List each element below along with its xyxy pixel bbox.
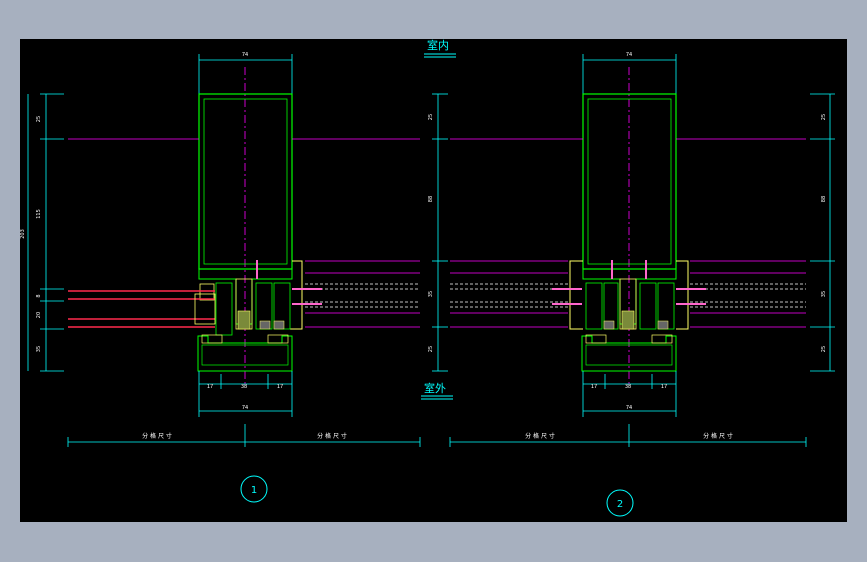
d2-grid-dim-left: 分 格 尺 寸 (525, 432, 555, 440)
d1-grid-dim-right: 分 格 尺 寸 (317, 432, 347, 440)
d2-vdim-right-1: 25 (821, 114, 827, 120)
d1-mullion-outer (198, 93, 293, 270)
d1-vdim-3: 8 (36, 294, 42, 297)
d1-subdim-left: 17 (207, 384, 213, 390)
d1-vdim-4: 20 (36, 312, 42, 318)
detail-1-number: 1 (251, 485, 257, 496)
d2-subdim-mid: 38 (625, 384, 631, 390)
d2-vdim-left-4: 25 (428, 346, 434, 352)
d2-top-width: 74 (626, 52, 632, 58)
d2-mullion-outer (582, 93, 677, 270)
d2-vdim-left-2: 88 (428, 196, 434, 202)
d1-vdim-2: 115 (36, 209, 42, 219)
exterior-label: 室外 (424, 381, 446, 395)
d2-subdim-right: 17 (661, 384, 667, 390)
detail-2-number: 2 (617, 499, 623, 510)
d2-grid-dim-right: 分 格 尺 寸 (703, 432, 733, 440)
d1-total-height: 203 (20, 229, 26, 239)
d2-subdim-left: 17 (591, 384, 597, 390)
d1-bottom-width: 74 (242, 405, 248, 411)
d1-vdim-5: 35 (36, 346, 42, 352)
d2-bottom-width: 74 (626, 405, 632, 411)
interior-label: 室内 (427, 39, 449, 52)
d2-vdim-left-1: 25 (428, 114, 434, 120)
d2-mullion-inner (587, 98, 672, 265)
d1-mullion-inner (203, 98, 288, 265)
d2-vdim-right-3: 35 (821, 291, 827, 297)
d2-vdim-right-2: 88 (821, 196, 827, 202)
d2-vdim-right-4: 25 (821, 346, 827, 352)
d1-top-width: 74 (242, 52, 248, 58)
d1-subdim-right: 17 (277, 384, 283, 390)
cad-drawing: 室内 室外 74 25 115 8 20 35 203 17 38 17 74 … (20, 39, 835, 517)
detail-1: 74 25 115 8 20 35 203 17 38 17 74 分 格 尺 … (20, 52, 421, 503)
detail-2: 74 25 88 35 25 25 88 35 25 17 38 17 74 分… (428, 52, 835, 517)
d1-grid-dim-left: 分 格 尺 寸 (142, 432, 172, 440)
d1-subdim-mid: 38 (241, 384, 247, 390)
d1-vdim-1: 25 (36, 116, 42, 122)
cad-drawing-canvas[interactable]: 室内 室外 74 25 115 8 20 35 203 17 38 17 74 … (20, 39, 847, 522)
d2-vdim-left-3: 35 (428, 291, 434, 297)
